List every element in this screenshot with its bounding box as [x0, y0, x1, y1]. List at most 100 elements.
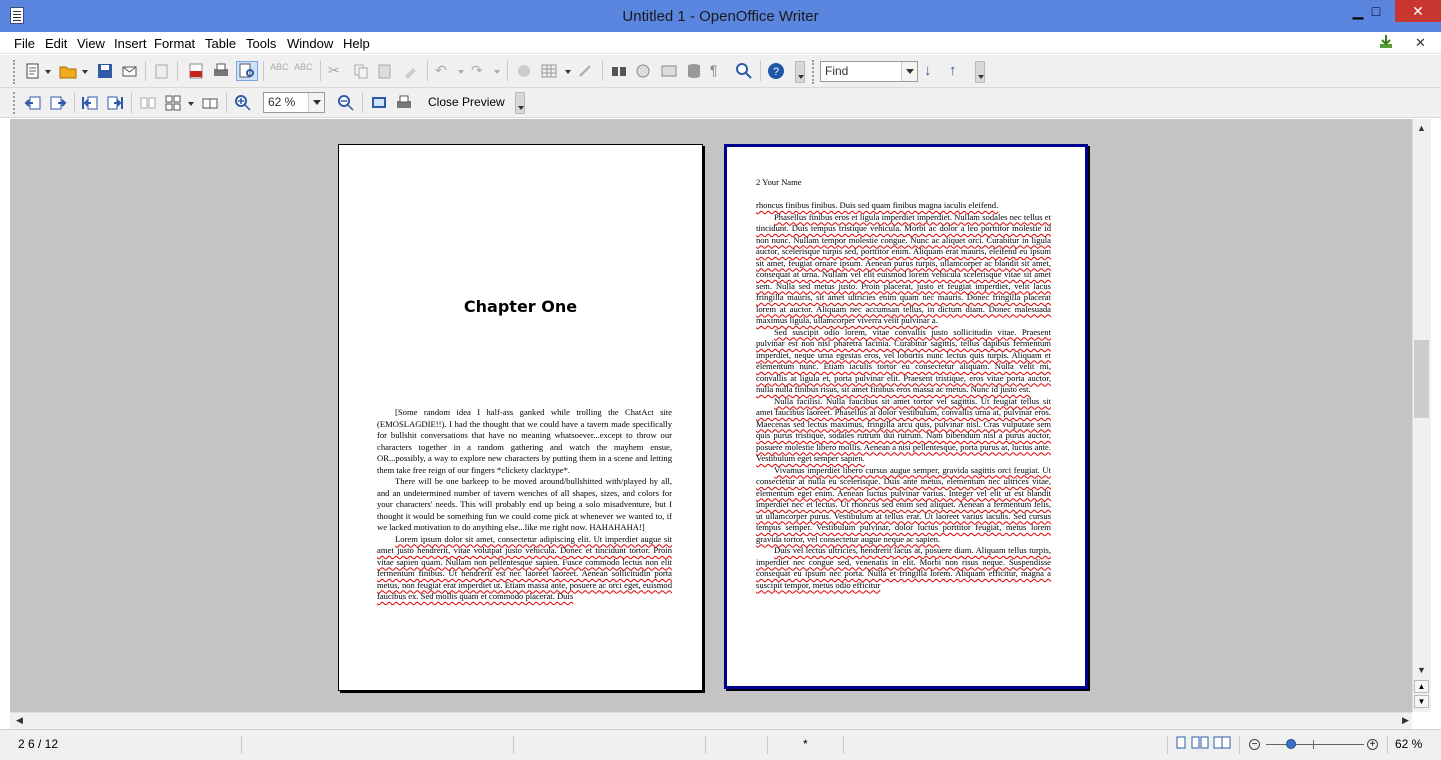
table-dropdown-icon[interactable]: [565, 70, 571, 74]
zoom-combo[interactable]: 62 %: [263, 92, 325, 113]
download-update-icon[interactable]: [1378, 34, 1394, 50]
menu-insert[interactable]: Insert: [114, 36, 147, 51]
paragraph: rhoncus finibus finibus. Duis sed quam f…: [756, 200, 999, 210]
table-icon[interactable]: [540, 62, 558, 80]
vertical-scroll-thumb[interactable]: [1414, 340, 1429, 418]
book-preview-icon[interactable]: [201, 94, 219, 112]
paragraph: Duis vel lectus ultricies, hendrerit lac…: [756, 545, 1051, 590]
find-replace-icon[interactable]: [610, 62, 628, 80]
navigator-icon[interactable]: [634, 62, 652, 80]
find-toolbar-overflow-button[interactable]: [975, 61, 985, 83]
close-preview-button[interactable]: Close Preview: [428, 95, 505, 109]
next-page-scroll-icon[interactable]: ▼: [1414, 695, 1429, 708]
page-count[interactable]: 2 6 / 12: [18, 737, 58, 751]
document-modified-indicator[interactable]: *: [803, 737, 808, 751]
close-document-button[interactable]: ✕: [1415, 35, 1426, 51]
previous-page-scroll-icon[interactable]: ▲: [1414, 680, 1429, 693]
paste-icon[interactable]: [376, 62, 394, 80]
close-button[interactable]: ✕: [1395, 0, 1441, 22]
zoom-slider-thumb[interactable]: [1286, 739, 1296, 749]
multiple-pages-icon[interactable]: [164, 94, 182, 112]
menu-table[interactable]: Table: [205, 36, 236, 51]
page-preview-icon[interactable]: [236, 61, 258, 81]
toolbar-separator: [427, 61, 428, 81]
toolbar-separator: [226, 93, 227, 113]
first-page-icon[interactable]: [81, 94, 99, 112]
scroll-down-icon[interactable]: ▼: [1414, 663, 1429, 678]
find-next-icon[interactable]: ↓: [924, 62, 942, 80]
menu-format[interactable]: Format: [154, 36, 195, 51]
maximize-button[interactable]: □: [1361, 0, 1391, 22]
export-pdf-icon[interactable]: [187, 62, 205, 80]
paragraph: Sed suscipit odio lorem, vitae convallis…: [756, 326, 1051, 395]
autospellcheck-icon[interactable]: ABC: [294, 62, 313, 80]
gallery-icon[interactable]: [660, 62, 678, 80]
menu-tools[interactable]: Tools: [246, 36, 276, 51]
scroll-left-icon[interactable]: ◀: [12, 713, 27, 728]
zoom-out-icon[interactable]: −: [1249, 739, 1260, 750]
preview-page-left[interactable]: Chapter One [Some random idea I half-ass…: [338, 144, 703, 691]
copy-icon[interactable]: [352, 62, 370, 80]
next-page-icon[interactable]: [49, 94, 67, 112]
menu-file[interactable]: File: [14, 36, 35, 51]
zoom-icon[interactable]: [735, 62, 753, 80]
toolbar-separator: [263, 61, 264, 81]
print-preview-icon[interactable]: [395, 94, 413, 112]
undo-icon[interactable]: ↶: [435, 62, 453, 80]
zoom-in-icon[interactable]: +: [1367, 739, 1378, 750]
book-view-icon[interactable]: [1213, 736, 1231, 750]
formatting-marks-icon[interactable]: ¶: [710, 62, 728, 80]
open-dropdown-icon[interactable]: [82, 70, 88, 74]
redo-dropdown-icon[interactable]: [494, 70, 500, 74]
zoom-percentage[interactable]: 62 %: [1395, 737, 1422, 751]
new-dropdown-icon[interactable]: [45, 70, 51, 74]
print-icon[interactable]: [212, 62, 230, 80]
scroll-right-icon[interactable]: ▶: [1398, 713, 1413, 728]
horizontal-scrollbar[interactable]: [10, 712, 1412, 729]
toolbar-grip[interactable]: [13, 92, 16, 114]
full-screen-icon[interactable]: [370, 94, 388, 112]
last-page-icon[interactable]: [106, 94, 124, 112]
menu-edit[interactable]: Edit: [45, 36, 67, 51]
preview-page-right-selected[interactable]: 2 Your Name rhoncus finibus finibus. Dui…: [724, 144, 1088, 689]
toolbar-separator: [74, 93, 75, 113]
email-icon[interactable]: [121, 62, 139, 80]
cut-icon[interactable]: ✂: [328, 62, 346, 80]
status-divider: [1387, 736, 1388, 754]
zoom-slider-track[interactable]: [1266, 744, 1364, 745]
zoom-out-icon[interactable]: [337, 94, 355, 112]
find-previous-icon[interactable]: ↑: [949, 62, 967, 80]
data-sources-icon[interactable]: [685, 62, 703, 80]
save-icon[interactable]: [96, 62, 114, 80]
edit-file-icon[interactable]: [153, 62, 171, 80]
toolbar-overflow-button[interactable]: [795, 61, 805, 83]
toolbar-grip[interactable]: [13, 60, 16, 84]
previous-page-icon[interactable]: [24, 94, 42, 112]
clone-formatting-icon[interactable]: [402, 62, 420, 80]
help-icon[interactable]: ?: [767, 62, 785, 80]
menu-help[interactable]: Help: [343, 36, 370, 51]
zoom-in-icon[interactable]: [234, 94, 252, 112]
document-canvas[interactable]: [10, 119, 1412, 712]
preview-toolbar-overflow-button[interactable]: [515, 92, 525, 114]
scroll-up-icon[interactable]: ▲: [1414, 121, 1429, 136]
spellcheck-icon[interactable]: ABC: [270, 62, 289, 80]
menu-window[interactable]: Window: [287, 36, 333, 51]
svg-text:?: ?: [773, 66, 779, 78]
open-folder-icon[interactable]: [59, 62, 77, 80]
show-draw-functions-icon[interactable]: [577, 62, 595, 80]
hyperlink-icon[interactable]: [515, 62, 533, 80]
multi-page-view-icon[interactable]: [1191, 736, 1209, 750]
paragraph: Lorem ipsum dolor sit amet, consectetur …: [377, 533, 672, 602]
two-pages-icon[interactable]: [139, 94, 157, 112]
find-dropdown[interactable]: [901, 61, 918, 82]
multiple-pages-dropdown-icon[interactable]: [188, 102, 194, 106]
find-toolbar-grip[interactable]: [812, 60, 815, 84]
menu-view[interactable]: View: [77, 36, 105, 51]
page-header: 2 Your Name: [756, 177, 802, 187]
single-page-view-icon[interactable]: [1175, 736, 1187, 750]
zoom-dropdown-icon[interactable]: [308, 93, 324, 112]
new-document-icon[interactable]: [24, 62, 42, 80]
undo-dropdown-icon[interactable]: [458, 70, 464, 74]
redo-icon[interactable]: ↷: [471, 62, 489, 80]
